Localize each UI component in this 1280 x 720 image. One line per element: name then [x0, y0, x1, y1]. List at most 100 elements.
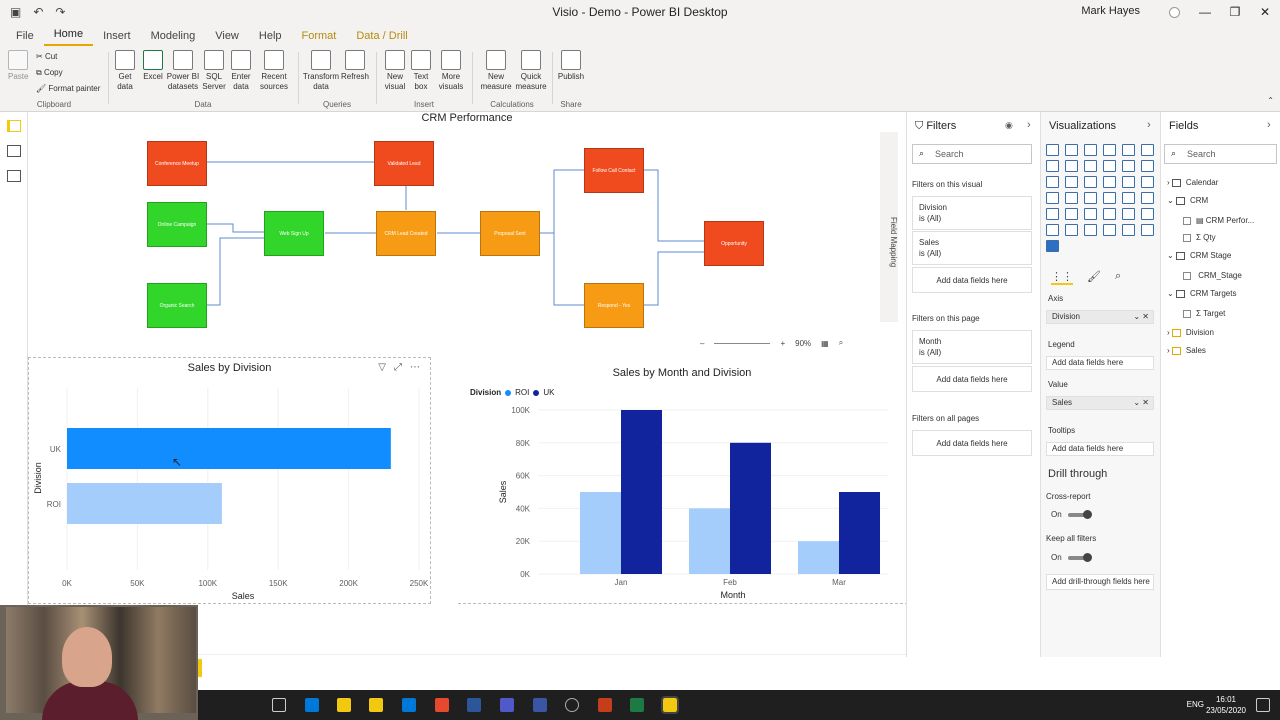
python-visual-icon[interactable]	[1122, 208, 1135, 220]
checkbox[interactable]	[1183, 216, 1191, 225]
restore-button[interactable]: ❐	[1220, 0, 1250, 24]
checkbox[interactable]	[1183, 271, 1191, 280]
data-view-icon[interactable]	[7, 145, 21, 157]
filter-card-month[interactable]: Month is (All)	[912, 330, 1032, 364]
file-explorer-icon[interactable]	[337, 698, 351, 712]
line-chart-icon[interactable]	[1046, 160, 1059, 172]
scatter-icon[interactable]	[1084, 176, 1097, 188]
excel-button[interactable]: Excel	[142, 50, 164, 82]
line-column-icon[interactable]	[1103, 160, 1116, 172]
stacked-area-icon[interactable]	[1084, 160, 1097, 172]
model-view-icon[interactable]	[7, 170, 21, 182]
page-tab-indicator[interactable]	[198, 659, 202, 677]
undo-icon[interactable]: ↶	[33, 5, 43, 19]
collapse-ribbon-icon[interactable]: ⌃	[1267, 96, 1274, 105]
search-zoom-icon[interactable]: ⌕	[839, 338, 843, 348]
tab-file[interactable]: File	[6, 30, 44, 46]
tab-modeling[interactable]: Modeling	[141, 30, 206, 46]
shape-opportunity[interactable]: Opportunity	[704, 221, 764, 266]
sales-by-division-visual[interactable]: Sales by Division ▽ ⤢ ⋯ 0K 50K 100K 150K 200…	[28, 357, 431, 604]
fit-page-icon[interactable]: ▦	[821, 339, 829, 348]
area-chart-icon[interactable]	[1065, 160, 1078, 172]
shape-web-sign-up[interactable]: Web Sign Up	[264, 211, 324, 256]
publish-button[interactable]: Publish	[556, 50, 586, 82]
value-well[interactable]: Sales ⌄ ✕	[1046, 396, 1154, 410]
sales-by-month-division-visual[interactable]: Sales by Month and Division Division ROI…	[458, 357, 908, 604]
table-visual-icon[interactable]	[1065, 208, 1078, 220]
drill-through-well[interactable]: Add drill-through fields here	[1046, 574, 1154, 590]
clock[interactable]: 16:01 23/05/2020	[1206, 694, 1246, 716]
paste-button[interactable]: Paste	[8, 50, 28, 82]
quick-measure-button[interactable]: Quick measure	[514, 50, 548, 92]
obs-icon[interactable]	[565, 698, 579, 712]
powerpoint-icon[interactable]	[598, 698, 612, 712]
power-bi-taskbar-icon[interactable]	[661, 696, 679, 714]
all-pages-filter-drop[interactable]: Add data fields here	[912, 430, 1032, 456]
filter-card-division[interactable]: Division is (All)	[912, 196, 1032, 230]
more-visuals-button[interactable]: More visuals	[434, 50, 468, 92]
power-bi-datasets-button[interactable]: Power BI datasets	[166, 50, 200, 92]
axis-well[interactable]: Division ⌄ ✕	[1046, 310, 1154, 324]
donut-icon[interactable]	[1122, 176, 1135, 188]
field-crm-stage[interactable]: CRM_Stage	[1183, 271, 1242, 280]
cross-report-toggle[interactable]: On	[1051, 509, 1092, 519]
user-name[interactable]: Mark Hayes	[1081, 5, 1140, 17]
store-icon[interactable]	[369, 698, 383, 712]
language-indicator[interactable]: ENG	[1187, 700, 1204, 709]
chrome-icon[interactable]	[435, 698, 449, 712]
excel-taskbar-icon[interactable]	[630, 698, 644, 712]
stacked-column-icon[interactable]	[1065, 144, 1078, 156]
multi-card-icon[interactable]	[1122, 192, 1135, 204]
copy-button[interactable]: ⧉ Copy	[36, 68, 63, 78]
bar-100-icon[interactable]	[1122, 144, 1135, 156]
checkbox[interactable]	[1183, 233, 1191, 242]
shape-online-campaign[interactable]: Online Campaign	[147, 202, 207, 247]
filter-card-sales[interactable]: Sales is (All)	[912, 231, 1032, 265]
eye-icon[interactable]: ◉	[1005, 120, 1013, 131]
checkbox[interactable]	[1183, 309, 1191, 318]
line-stacked-icon[interactable]	[1122, 160, 1135, 172]
report-canvas[interactable]: CRM Performance Conference Meetup Online…	[28, 112, 908, 654]
refresh-button[interactable]: Refresh	[340, 50, 370, 82]
shape-follow-call-contact[interactable]: Follow Call Contact	[584, 148, 644, 193]
fields-tab-icon[interactable]: ⋮⋮	[1051, 270, 1073, 285]
field-qty[interactable]: Σ Qty	[1183, 233, 1216, 242]
key-influencers-icon[interactable]	[1141, 208, 1154, 220]
card-icon[interactable]	[1103, 192, 1116, 204]
decomposition-tree-icon[interactable]	[1046, 224, 1059, 236]
field-table-crm[interactable]: ⌄ CRM	[1167, 196, 1208, 205]
cut-button[interactable]: ✂ Cut	[36, 52, 57, 61]
new-measure-button[interactable]: New measure	[478, 50, 514, 92]
field-table-sales[interactable]: › Sales	[1167, 346, 1206, 355]
format-painter-button[interactable]: 🖌 Format painter	[36, 84, 100, 93]
field-table-calendar[interactable]: › Calendar	[1167, 178, 1218, 187]
ribbon-chart-icon[interactable]	[1141, 160, 1154, 172]
funnel-icon[interactable]	[1065, 176, 1078, 188]
analytics-icon[interactable]: ⌕	[1115, 270, 1121, 285]
transform-data-button[interactable]: Transform data	[302, 50, 340, 92]
arcgis-icon[interactable]	[1122, 224, 1135, 236]
r-visual-icon[interactable]	[1103, 208, 1116, 220]
visio-visual-icon[interactable]	[1046, 240, 1059, 252]
field-table-crm-stage[interactable]: ⌄ CRM Stage	[1167, 251, 1231, 260]
text-box-button[interactable]: Text box	[410, 50, 432, 92]
get-data-button[interactable]: Get data	[114, 50, 136, 92]
close-button[interactable]: ✕	[1250, 0, 1280, 24]
notification-icon[interactable]	[1256, 698, 1270, 712]
waterfall-icon[interactable]	[1046, 176, 1059, 188]
word-icon[interactable]	[467, 698, 481, 712]
map-icon[interactable]	[1046, 192, 1059, 204]
minimize-button[interactable]: —	[1190, 0, 1220, 24]
paginated-icon[interactable]	[1103, 224, 1116, 236]
treemap-icon[interactable]	[1141, 176, 1154, 188]
kpi-icon[interactable]	[1141, 192, 1154, 204]
shape-crm-lead-created[interactable]: CRM Lead Created	[376, 211, 436, 256]
zoom-slider[interactable]	[714, 342, 771, 344]
shape-proposal-sent[interactable]: Proposal Sent	[480, 211, 540, 256]
fields-search-input[interactable]: Search	[1164, 144, 1277, 164]
filters-search-input[interactable]: Search	[912, 144, 1032, 164]
qa-icon[interactable]	[1065, 224, 1078, 236]
zoom-in-icon[interactable]: +	[780, 339, 785, 348]
mail-icon[interactable]	[402, 698, 416, 712]
format-paint-icon[interactable]: 🖌	[1087, 270, 1101, 285]
